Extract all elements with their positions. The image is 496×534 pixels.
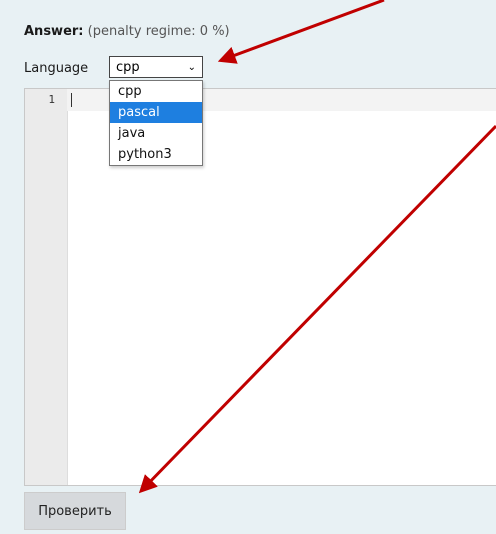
penalty-regime-text: (penalty regime: 0 %) bbox=[87, 24, 230, 39]
answer-label: Answer: bbox=[24, 24, 84, 39]
check-button[interactable]: Проверить bbox=[24, 492, 126, 530]
language-option-pascal[interactable]: pascal bbox=[110, 102, 202, 123]
language-option-cpp[interactable]: cpp bbox=[110, 81, 202, 102]
chevron-down-icon: ⌄ bbox=[187, 61, 196, 73]
language-label: Language bbox=[24, 60, 89, 76]
line-number: 1 bbox=[48, 93, 55, 106]
editor-gutter: 1 bbox=[25, 89, 68, 485]
language-option-python3[interactable]: python3 bbox=[110, 144, 202, 165]
language-option-java[interactable]: java bbox=[110, 123, 202, 144]
language-select[interactable]: cpp ⌄ bbox=[109, 56, 203, 78]
language-dropdown-list: cpp pascal java python3 bbox=[109, 80, 203, 166]
text-caret bbox=[71, 93, 72, 107]
answer-heading: Answer: (penalty regime: 0 %) bbox=[24, 24, 230, 39]
language-select-value: cpp bbox=[116, 59, 140, 75]
language-row: Language bbox=[24, 56, 88, 80]
arrow-to-language-select bbox=[217, 0, 385, 64]
code-editor[interactable]: 1 bbox=[24, 88, 496, 486]
